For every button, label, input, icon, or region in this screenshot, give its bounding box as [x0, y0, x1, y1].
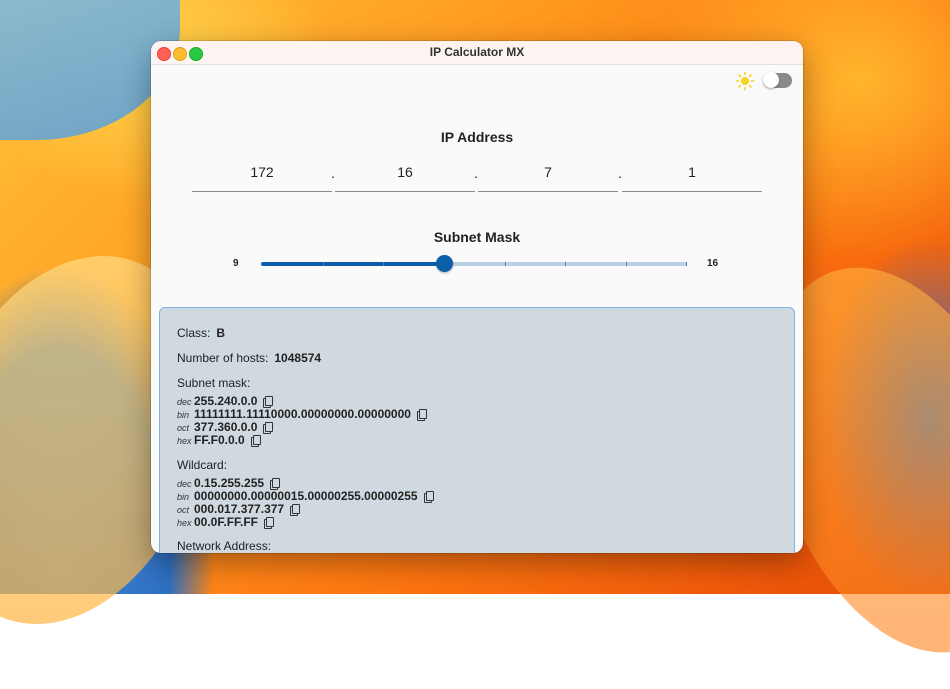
subnet-mask-label: Subnet mask: [177, 376, 251, 390]
wildcard-hex-row: hex 00.0F.FF.FF [177, 513, 275, 531]
format-tag: hex [177, 436, 192, 446]
slider-max-label: 16 [707, 258, 719, 269]
slider-tick [686, 262, 687, 266]
slider-tick [323, 262, 324, 266]
wildcard-hex-value: 00.0F.FF.FF [194, 515, 259, 529]
ip-octet-3-input[interactable]: 7 [478, 161, 618, 192]
wildcard-label: Wildcard: [177, 458, 228, 472]
copy-icon[interactable] [250, 435, 261, 447]
ip-octet-2-input[interactable]: 16 [335, 161, 475, 192]
slider-tick [626, 262, 627, 266]
app-window: IP Calculator MX IP Address 172 . 16 . 7… [151, 41, 803, 553]
copy-icon[interactable] [423, 491, 434, 503]
copy-icon[interactable] [264, 517, 275, 529]
network-address-label: Network Address: [177, 539, 272, 553]
hosts-label: Number of hosts: [177, 351, 269, 365]
slider-tick [505, 262, 506, 266]
ip-octet-1-input[interactable]: 172 [192, 161, 332, 192]
copy-icon[interactable] [416, 409, 427, 421]
format-tag: hex [177, 518, 192, 528]
subnet-slider-fill [261, 262, 445, 266]
copy-icon[interactable] [263, 422, 274, 434]
subnet-mask-title: Subnet Mask [433, 229, 521, 245]
sun-icon [735, 71, 755, 91]
mask-hex-value: FF.F0.0.0 [194, 433, 245, 447]
toggle-knob [763, 72, 779, 88]
copy-icon[interactable] [290, 504, 301, 516]
hosts-value: 1048574 [274, 351, 322, 365]
title-bar: IP Calculator MX [151, 41, 803, 65]
results-panel: Class: B Number of hosts: 1048574 Subnet m… [159, 307, 795, 553]
ip-address-title: IP Address [440, 129, 514, 145]
mask-hex-row: hex FF.F0.0.0 [177, 431, 261, 449]
slider-tick [383, 262, 384, 266]
class-row: Class: B [177, 326, 225, 340]
dark-mode-toggle[interactable] [763, 72, 792, 88]
window-title: IP Calculator MX [429, 45, 525, 59]
class-value: B [216, 326, 226, 340]
slider-min-label: 9 [233, 258, 239, 269]
class-label: Class: [177, 326, 211, 340]
subnet-slider-thumb[interactable] [435, 255, 453, 272]
hosts-row: Number of hosts: 1048574 [177, 351, 321, 365]
ip-octet-4-input[interactable]: 1 [622, 161, 762, 192]
slider-tick [565, 262, 566, 266]
